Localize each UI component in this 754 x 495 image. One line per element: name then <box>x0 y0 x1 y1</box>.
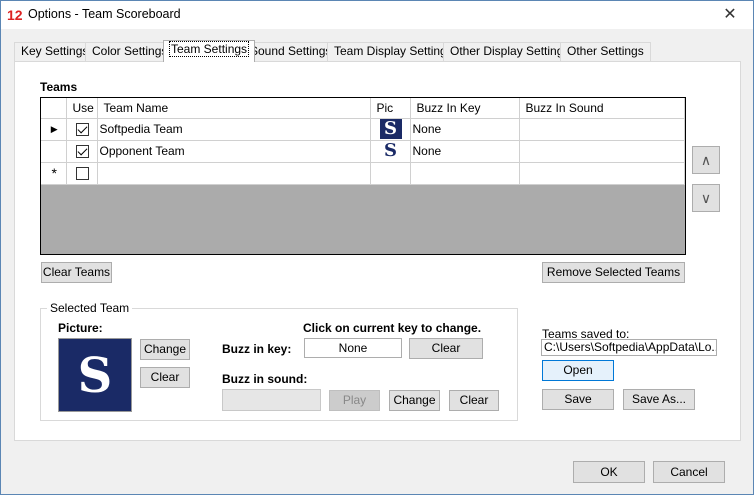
current-row-marker: ▶ <box>41 118 67 141</box>
column-header-team-name[interactable]: Team Name <box>97 98 371 119</box>
options-window: 12 Options - Team Scoreboard ✕ Key Setti… <box>0 0 754 495</box>
change-sound-button[interactable]: Change <box>389 390 440 411</box>
table-row[interactable]: ▶ Softpedia Team S None <box>41 118 685 141</box>
team-name-cell[interactable] <box>97 162 371 185</box>
buzz-key-field[interactable]: None <box>304 338 402 358</box>
grid-header-row: Use Team Name Pic Buzz In Key Buzz In So… <box>41 98 685 119</box>
ok-button[interactable]: OK <box>573 461 645 483</box>
buzz-sound-cell[interactable] <box>519 162 685 185</box>
team-name-cell[interactable]: Opponent Team <box>97 140 371 163</box>
close-icon[interactable]: ✕ <box>715 4 745 26</box>
team-picture-thumb[interactable]: S <box>379 141 402 161</box>
buzz-key-cell[interactable]: None <box>410 140 520 163</box>
app-icon: 12 <box>7 7 23 23</box>
picture-label: Picture: <box>58 321 103 335</box>
buzz-key-label: Buzz in key: <box>222 342 292 356</box>
tab-other-display-settings[interactable]: Other Display Settings <box>443 42 577 61</box>
column-header-use[interactable]: Use <box>66 98 98 119</box>
table-row[interactable]: Opponent Team S None <box>41 140 685 163</box>
teams-heading: Teams <box>40 80 78 94</box>
team-name-cell[interactable]: Softpedia Team <box>97 118 371 141</box>
team-settings-panel: Teams Use Team Name Pic Buzz In Key Buzz… <box>14 61 741 441</box>
tab-key-settings[interactable]: Key Settings <box>14 42 96 61</box>
row-marker <box>41 140 67 163</box>
column-header-buzz-in-key[interactable]: Buzz In Key <box>410 98 520 119</box>
column-header-buzz-in-sound[interactable]: Buzz In Sound <box>519 98 685 119</box>
team-picture: S <box>58 338 132 412</box>
clear-buzz-key-button[interactable]: Clear <box>409 338 483 359</box>
change-key-hint: Click on current key to change. <box>303 321 482 335</box>
buzz-key-cell[interactable]: None <box>410 118 520 141</box>
cancel-button[interactable]: Cancel <box>653 461 725 483</box>
tab-color-settings[interactable]: Color Settings <box>85 42 175 61</box>
selected-team-title: Selected Team <box>47 301 133 315</box>
buzz-sound-cell[interactable] <box>519 140 685 163</box>
clear-picture-button[interactable]: Clear <box>140 367 190 388</box>
move-up-button[interactable]: ∧ <box>692 146 720 174</box>
use-checkbox[interactable] <box>76 167 89 181</box>
move-down-button[interactable]: ∨ <box>692 184 720 212</box>
clear-teams-button[interactable]: Clear Teams <box>41 262 112 283</box>
tab-other-settings[interactable]: Other Settings <box>560 42 651 61</box>
open-button[interactable]: Open <box>542 360 614 381</box>
column-header-pic[interactable]: Pic <box>370 98 411 119</box>
buzz-key-cell[interactable] <box>410 162 520 185</box>
remove-selected-teams-button[interactable]: Remove Selected Teams <box>542 262 685 283</box>
tab-sound-settings[interactable]: Sound Settings <box>243 42 339 61</box>
row-header-corner <box>41 98 67 119</box>
change-picture-button[interactable]: Change <box>140 339 190 360</box>
teams-grid[interactable]: Use Team Name Pic Buzz In Key Buzz In So… <box>40 97 686 255</box>
window-title: Options - Team Scoreboard <box>28 7 181 21</box>
new-row-marker: * <box>41 162 67 185</box>
team-picture-thumb[interactable]: S <box>379 119 402 139</box>
tab-team-display-settings[interactable]: Team Display Settings <box>327 42 460 61</box>
pic-cell[interactable] <box>370 162 411 185</box>
tab-team-settings[interactable]: Team Settings <box>163 40 256 62</box>
clear-sound-button[interactable]: Clear <box>449 390 499 411</box>
save-as-button[interactable]: Save As... <box>623 389 695 410</box>
play-sound-button: Play <box>329 390 380 411</box>
new-row[interactable]: * <box>41 162 685 185</box>
use-checkbox[interactable] <box>76 145 89 159</box>
title-bar[interactable]: 12 Options - Team Scoreboard ✕ <box>1 1 753 29</box>
buzz-sound-label: Buzz in sound: <box>222 372 308 386</box>
buzz-sound-field <box>222 389 321 411</box>
buzz-sound-cell[interactable] <box>519 118 685 141</box>
saved-path-field[interactable]: C:\Users\Softpedia\AppData\Lo... <box>541 339 717 356</box>
save-button[interactable]: Save <box>542 389 614 410</box>
use-checkbox[interactable] <box>76 123 89 137</box>
selected-team-group: Selected Team Picture: S Change Clear Cl… <box>40 301 518 421</box>
